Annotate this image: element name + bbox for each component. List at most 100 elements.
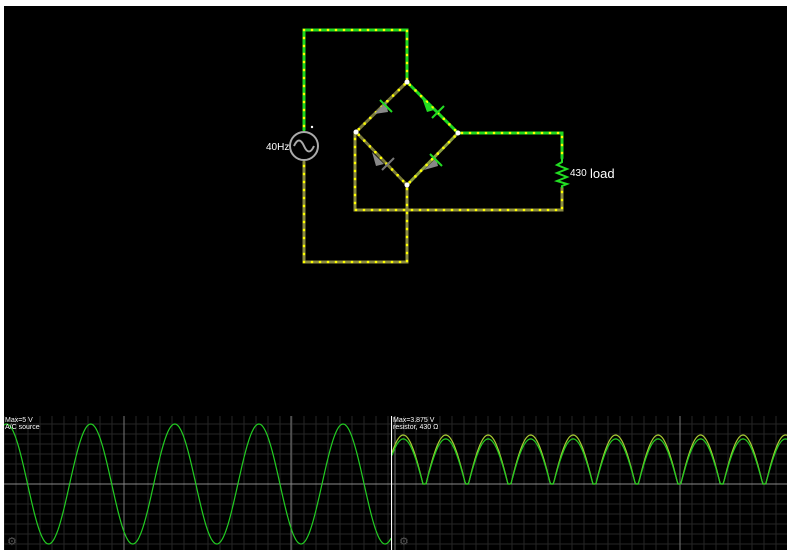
current-dot [368, 145, 372, 148]
current-dot [405, 211, 409, 215]
scope-name-label: A/C source [5, 424, 40, 431]
current-dot [350, 260, 354, 264]
current-dot [354, 208, 358, 212]
current-dot [302, 204, 306, 208]
current-dot [434, 208, 438, 212]
current-dot [560, 190, 564, 194]
current-dot [402, 208, 406, 212]
current-dot [516, 131, 520, 135]
diode-bottom-right[interactable] [424, 153, 443, 170]
current-dot [379, 156, 383, 160]
current-dot [560, 135, 564, 139]
current-dot [353, 185, 357, 189]
current-dot [530, 208, 534, 212]
current-dot [350, 28, 354, 32]
scope-panel-resistor[interactable]: Max=3.875 V resistor, 430 Ω ⚙ [392, 416, 787, 550]
wire-output-return[interactable] [353, 130, 564, 212]
current-dot [386, 208, 390, 212]
current-dot [490, 208, 494, 212]
current-dot [556, 131, 560, 135]
current-dot [405, 29, 409, 33]
gear-icon[interactable]: ⚙ [399, 535, 409, 548]
current-dot [405, 69, 409, 73]
current-dot [302, 92, 306, 96]
current-dot [302, 220, 306, 224]
current-dot [460, 131, 464, 135]
current-dot [334, 260, 338, 264]
current-dot [369, 116, 372, 120]
current-dot [326, 260, 330, 264]
current-dot [442, 146, 445, 150]
current-dot [442, 208, 446, 212]
current-dot [560, 206, 564, 210]
current-dot [538, 208, 542, 212]
current-dot [302, 52, 306, 56]
current-dot [405, 219, 409, 223]
current-dot [447, 141, 451, 144]
current-dot [302, 28, 306, 32]
current-dot [358, 28, 362, 32]
wire-top[interactable] [302, 28, 409, 132]
scope-grid [392, 416, 787, 550]
current-dot [363, 139, 366, 142]
current-dot [370, 208, 374, 212]
current-dot [326, 28, 330, 32]
scope-grid [4, 416, 391, 550]
node-left[interactable] [353, 129, 359, 135]
current-dot [302, 124, 306, 128]
scope-plot-source [4, 416, 391, 550]
node-right[interactable] [455, 130, 461, 136]
scope-panel-source[interactable]: Max=5 V A/C source ⚙ [4, 416, 391, 550]
current-dot [414, 89, 417, 92]
resistor-name-label: load [590, 166, 615, 181]
current-dot [302, 252, 306, 256]
current-dot [342, 260, 346, 264]
scope-plot-resistor [392, 416, 787, 550]
current-dot [405, 227, 409, 231]
current-dot [405, 203, 409, 207]
current-dot [302, 172, 306, 176]
wire-output-positive[interactable] [456, 131, 564, 160]
node-top[interactable] [404, 79, 410, 85]
gear-icon[interactable]: ⚙ [7, 535, 17, 548]
current-dot [391, 94, 395, 97]
current-dot [353, 169, 357, 173]
node-bottom[interactable] [404, 182, 410, 188]
current-dot [405, 37, 409, 41]
current-dot [302, 60, 306, 64]
circuit-canvas[interactable]: 40Hz 430 load [4, 6, 787, 416]
current-dot [405, 61, 409, 65]
current-dot [390, 28, 394, 32]
current-dot [366, 260, 370, 264]
current-dot [522, 208, 526, 212]
current-dot [310, 28, 314, 32]
current-dot [540, 131, 544, 135]
current-dot [408, 83, 411, 86]
current-dot [363, 122, 366, 125]
resistor-load[interactable] [553, 158, 571, 188]
current-dot [398, 260, 402, 264]
current-dot [436, 152, 439, 155]
current-dot [378, 208, 382, 212]
current-dot [405, 195, 409, 199]
current-dot [390, 168, 394, 171]
current-dot [506, 208, 510, 212]
diode-top-left[interactable] [374, 99, 393, 114]
current-dot [524, 131, 528, 135]
current-dot [425, 163, 428, 167]
current-dot [394, 208, 398, 212]
current-dot [353, 201, 357, 205]
current-dot [448, 123, 451, 126]
current-dot [397, 88, 400, 92]
current-dot [302, 188, 306, 192]
current-dot [514, 208, 518, 212]
current-dot [390, 260, 394, 264]
current-dot [374, 260, 378, 264]
current-dot [318, 28, 322, 32]
current-dot [358, 260, 362, 264]
current-dot [419, 94, 423, 98]
current-dot [484, 131, 488, 135]
current-dot [302, 100, 306, 104]
current-dot [482, 208, 486, 212]
current-dot [353, 137, 357, 141]
